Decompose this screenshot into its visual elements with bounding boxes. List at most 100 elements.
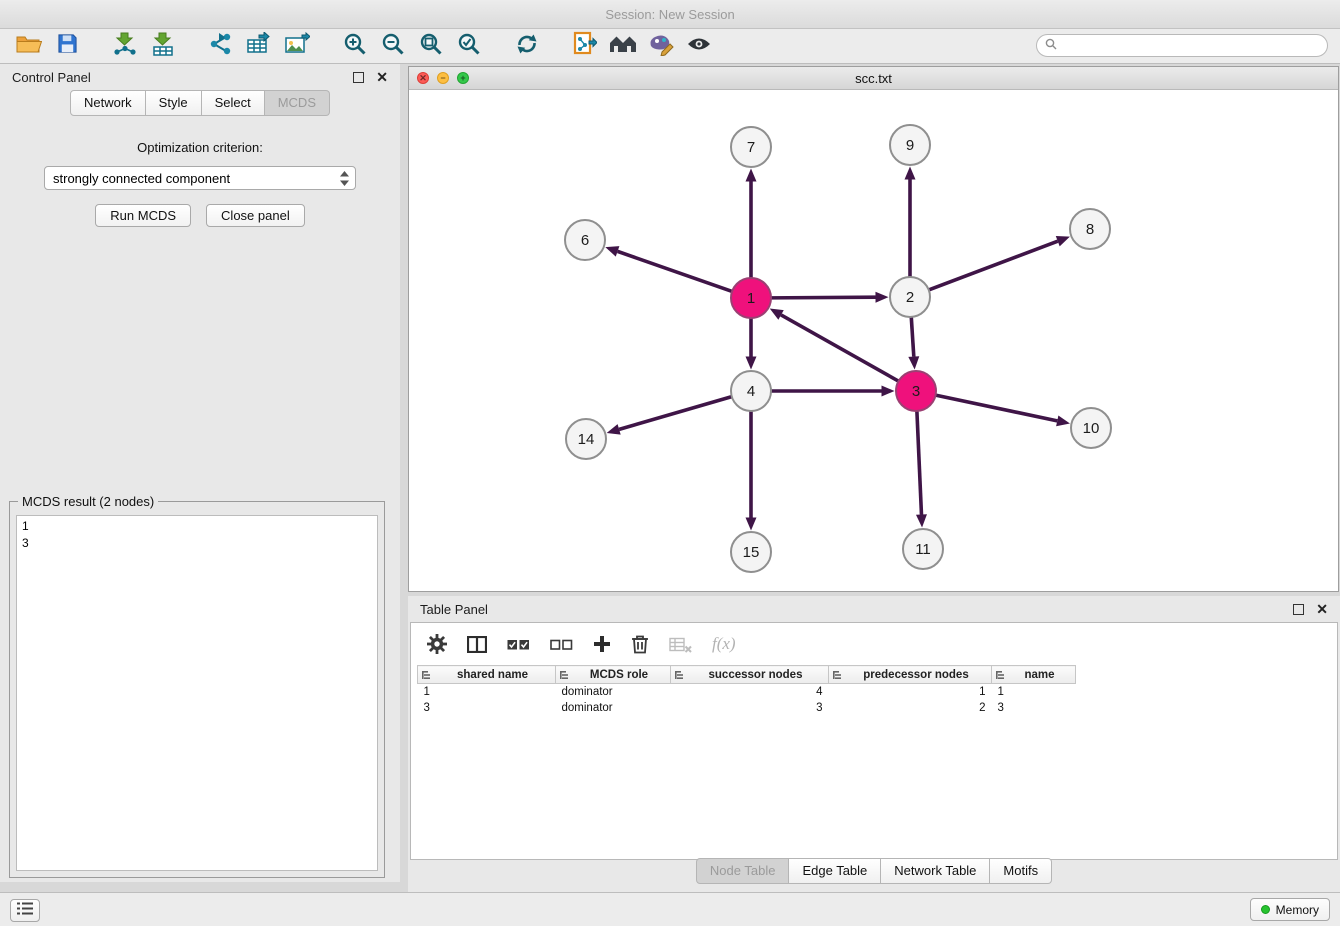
graph-node-label: 3 bbox=[912, 383, 920, 400]
criterion-value: strongly connected component bbox=[53, 171, 230, 186]
delete-column-button[interactable] bbox=[631, 634, 649, 654]
select-all-columns-button[interactable] bbox=[507, 637, 530, 652]
column-header-mcds-role[interactable]: MCDS role bbox=[556, 666, 671, 684]
table-row[interactable]: 1dominator411 bbox=[418, 684, 1076, 701]
unselect-all-columns-button[interactable] bbox=[550, 637, 573, 652]
graph-node-label: 1 bbox=[747, 290, 755, 307]
import-table-button[interactable] bbox=[144, 31, 182, 61]
save-session-button[interactable] bbox=[48, 31, 86, 61]
zoom-in-button[interactable] bbox=[336, 31, 374, 61]
mcds-result-line: 3 bbox=[22, 535, 372, 552]
clone-network-button[interactable] bbox=[566, 31, 604, 61]
mcds-result-list[interactable]: 13 bbox=[16, 515, 378, 871]
network-window-titlebar[interactable]: ✕ − + scc.txt bbox=[409, 67, 1338, 90]
table-cell[interactable]: 1 bbox=[992, 684, 1076, 701]
table-tab-motifs[interactable]: Motifs bbox=[990, 858, 1052, 884]
network-overview-button[interactable] bbox=[604, 31, 642, 61]
zoom-fit-button[interactable] bbox=[412, 31, 450, 61]
search-box[interactable] bbox=[1036, 34, 1328, 57]
float-panel-icon[interactable] bbox=[353, 72, 364, 83]
run-mcds-button[interactable]: Run MCDS bbox=[95, 204, 191, 227]
tab-style[interactable]: Style bbox=[146, 90, 202, 116]
float-table-panel-icon[interactable] bbox=[1293, 604, 1304, 615]
export-image-button[interactable] bbox=[278, 31, 316, 61]
export-network-button[interactable] bbox=[202, 31, 240, 61]
graph-edge-1-2[interactable] bbox=[771, 297, 876, 298]
column-header-successor-nodes[interactable]: successor nodes bbox=[671, 666, 829, 684]
graph-edge-arrowhead bbox=[916, 514, 927, 527]
table-cell[interactable]: 1 bbox=[418, 684, 556, 701]
export-table-button[interactable] bbox=[240, 31, 278, 61]
column-tree-icon bbox=[560, 670, 570, 680]
import-network-button[interactable] bbox=[106, 31, 144, 61]
zoom-selected-button[interactable] bbox=[450, 31, 488, 61]
graph-edge-3-11[interactable] bbox=[917, 411, 922, 515]
graph-node-label: 2 bbox=[906, 289, 914, 306]
table-cell[interactable]: 3 bbox=[992, 700, 1076, 716]
task-history-button[interactable] bbox=[10, 899, 40, 922]
table-cell[interactable]: 4 bbox=[671, 684, 829, 701]
graph-edge-3-1[interactable] bbox=[781, 315, 899, 381]
graph-node-label: 6 bbox=[581, 232, 589, 249]
show-hide-button[interactable] bbox=[680, 31, 718, 61]
column-tree-icon bbox=[675, 670, 685, 680]
graph-node-label: 4 bbox=[747, 383, 755, 400]
dropdown-stepper-icon bbox=[340, 171, 349, 189]
control-panel: Control Panel ✕ NetworkStyleSelectMCDS O… bbox=[0, 64, 400, 882]
graph-edge-4-14[interactable] bbox=[619, 397, 732, 430]
column-tree-icon bbox=[422, 670, 432, 680]
close-panel-icon[interactable]: ✕ bbox=[376, 70, 388, 84]
column-header-name[interactable]: name bbox=[992, 666, 1076, 684]
zoom-out-button[interactable] bbox=[374, 31, 412, 61]
table-cell[interactable]: dominator bbox=[556, 684, 671, 701]
minimize-window-icon[interactable]: − bbox=[437, 72, 449, 84]
show-columns-button[interactable] bbox=[467, 636, 487, 653]
table-cell[interactable]: 2 bbox=[829, 700, 992, 716]
memory-label: Memory bbox=[1276, 903, 1319, 917]
column-header-predecessor-nodes[interactable]: predecessor nodes bbox=[829, 666, 992, 684]
control-panel-tabs: NetworkStyleSelectMCDS bbox=[0, 90, 400, 116]
table-panel-body: f(x) shared nameMCDS rolesuccessor nodes… bbox=[410, 622, 1338, 860]
close-table-panel-icon[interactable]: ✕ bbox=[1316, 602, 1328, 616]
search-input[interactable] bbox=[1062, 38, 1319, 54]
table-tab-network-table[interactable]: Network Table bbox=[881, 858, 990, 884]
eye-icon bbox=[686, 35, 712, 58]
graph-edge-3-10[interactable] bbox=[936, 395, 1058, 421]
import-table-icon bbox=[150, 32, 176, 61]
graph-edge-2-3[interactable] bbox=[911, 317, 914, 357]
criterion-dropdown[interactable]: strongly connected component bbox=[44, 166, 356, 190]
table-cell[interactable]: 1 bbox=[829, 684, 992, 701]
close-window-icon[interactable]: ✕ bbox=[417, 72, 429, 84]
style-brush-icon bbox=[648, 32, 674, 61]
table-row[interactable]: 3dominator323 bbox=[418, 700, 1076, 716]
graph-edge-2-8[interactable] bbox=[929, 241, 1058, 290]
table-tab-node-table[interactable]: Node Table bbox=[696, 858, 790, 884]
optimization-label: Optimization criterion: bbox=[0, 140, 400, 155]
open-session-button[interactable] bbox=[10, 31, 48, 61]
graph-edge-1-6[interactable] bbox=[618, 251, 733, 291]
refresh-layout-button[interactable] bbox=[508, 31, 546, 61]
tab-mcds[interactable]: MCDS bbox=[265, 90, 330, 116]
graph-edge-arrowhead bbox=[908, 356, 919, 369]
close-panel-button[interactable]: Close panel bbox=[206, 204, 305, 227]
memory-button[interactable]: Memory bbox=[1250, 898, 1330, 921]
table-tab-edge-table[interactable]: Edge Table bbox=[789, 858, 881, 884]
delete-table-button-disabled bbox=[669, 636, 692, 653]
tab-select[interactable]: Select bbox=[202, 90, 265, 116]
zoom-window-icon[interactable]: + bbox=[457, 72, 469, 84]
column-header-shared-name[interactable]: shared name bbox=[418, 666, 556, 684]
apply-style-button[interactable] bbox=[642, 31, 680, 61]
document-network-icon bbox=[573, 31, 597, 62]
network-canvas[interactable]: 7968124314101511 bbox=[409, 89, 1338, 592]
graph-edge-arrowhead bbox=[1056, 236, 1070, 246]
table-cell[interactable]: 3 bbox=[671, 700, 829, 716]
table-cell[interactable]: dominator bbox=[556, 700, 671, 716]
table-cell[interactable]: 3 bbox=[418, 700, 556, 716]
traffic-lights: ✕ − + bbox=[417, 72, 469, 84]
save-icon bbox=[57, 33, 78, 59]
table-settings-button[interactable] bbox=[427, 634, 447, 654]
app-title: Session: New Session bbox=[605, 7, 734, 22]
network-window-title: scc.txt bbox=[855, 71, 892, 86]
tab-network[interactable]: Network bbox=[70, 90, 146, 116]
create-column-button[interactable] bbox=[593, 635, 611, 653]
